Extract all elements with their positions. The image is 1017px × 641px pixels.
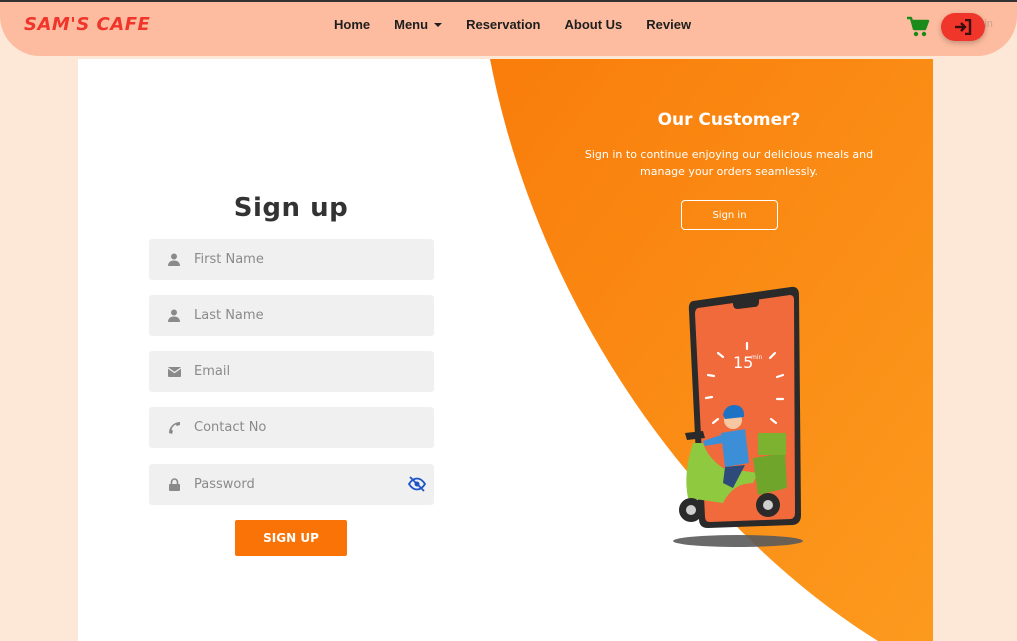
delivery-illustration: 15 min: [673, 286, 803, 547]
phone-icon: [167, 421, 181, 435]
nav-about[interactable]: About Us: [565, 17, 623, 32]
timer-unit-text: min: [751, 354, 763, 361]
nav-menu-label: Menu: [394, 17, 429, 32]
brand-logo[interactable]: SAM'S CAFE: [24, 14, 150, 35]
nav-reservation[interactable]: Reservation: [466, 17, 540, 32]
envelope-icon: [167, 365, 181, 379]
user-icon: [167, 253, 181, 267]
nav-home[interactable]: Home: [334, 17, 370, 32]
login-button[interactable]: [941, 13, 985, 41]
panel-title: Our Customer?: [657, 110, 801, 130]
last-name-input[interactable]: [194, 308, 394, 323]
signup-title: Sign up: [233, 193, 349, 223]
contact-field[interactable]: [149, 407, 434, 448]
auth-card: Sign up SIGN UP: [78, 59, 933, 641]
password-field[interactable]: [149, 464, 434, 505]
panel-description: Sign in to continue enjoying our delicio…: [584, 148, 874, 178]
nav-menu-dropdown[interactable]: Menu: [394, 17, 443, 32]
signin-button[interactable]: Sign in: [681, 200, 778, 230]
password-input[interactable]: [194, 477, 394, 492]
nav-links: Home Menu Reservation About Us Review: [334, 17, 715, 32]
last-name-field[interactable]: [149, 295, 434, 336]
email-field[interactable]: [149, 351, 434, 392]
login-icon: [955, 19, 972, 35]
nav-home-label: Home: [334, 17, 371, 32]
nav-about-label: About Us: [564, 17, 623, 32]
first-name-input[interactable]: [194, 252, 394, 267]
signup-button[interactable]: SIGN UP: [235, 520, 347, 556]
caret-down-icon: [434, 22, 443, 27]
nav-reservation-label: Reservation: [466, 17, 541, 32]
first-name-field[interactable]: [149, 239, 434, 280]
nav-review[interactable]: Review: [646, 17, 691, 32]
nav-review-label: Review: [646, 17, 692, 32]
navbar: SAM'S CAFE Home Menu Reservation About U…: [0, 0, 1017, 56]
user-icon: [167, 309, 181, 323]
contact-input[interactable]: [194, 420, 394, 435]
eye-slash-icon[interactable]: [408, 476, 426, 492]
cart-icon[interactable]: [906, 16, 930, 38]
lock-icon: [167, 478, 181, 492]
email-input[interactable]: [194, 364, 394, 379]
